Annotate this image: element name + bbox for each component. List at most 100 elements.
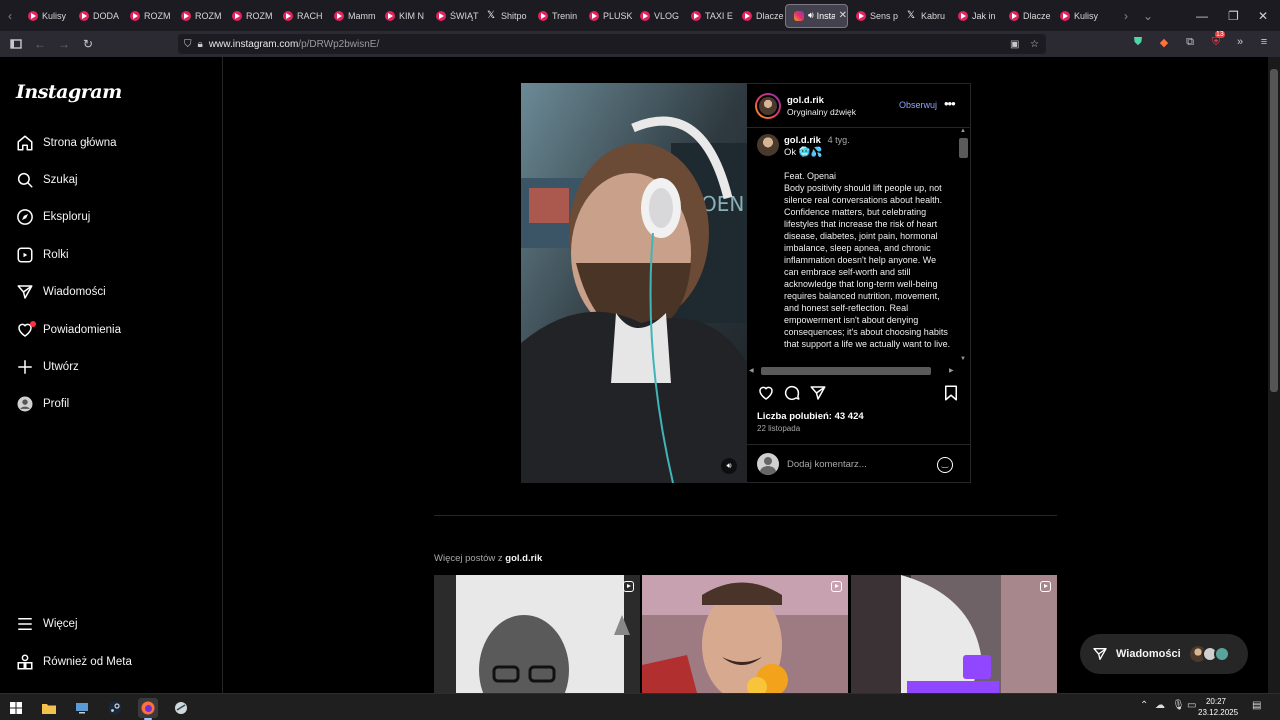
computer-icon[interactable] [72,698,92,718]
browser-tab[interactable]: Kulisy [20,4,71,28]
tab-title: Shitpo [501,10,527,21]
file-explorer-icon[interactable] [39,698,59,718]
sidebar-item-create[interactable]: Utwórz [16,355,79,379]
lock-icon[interactable]: 🔒︎ [198,39,203,50]
network-icon[interactable]: ▭ [1187,700,1196,711]
extensions-puzzle-icon[interactable]: ⧉ [1182,34,1198,50]
like-heart-icon[interactable] [757,384,775,402]
shield-extension-icon[interactable]: ⛊ [1130,34,1146,50]
sidebar-item-notifications[interactable]: Powiadomienia [16,318,121,342]
tracking-shield-icon[interactable]: ⛉ [184,39,192,50]
browser-tab[interactable]: 𝕏 Kabru [899,4,950,28]
sidebar-item-reels[interactable]: Rolki [16,243,69,267]
instagram-logo[interactable]: Instagram [16,81,122,103]
tab-close-icon[interactable]: ✕ [839,10,847,21]
share-icon[interactable] [809,384,827,402]
tab-list-chevron-icon[interactable]: ⌄ [1138,0,1158,31]
browser-tab[interactable]: PLUSK [581,4,632,28]
browser-tab[interactable]: VLOG [632,4,683,28]
tab-audio-playing-icon[interactable]: 🔊︎ [808,10,814,21]
mute-icon[interactable]: 🔊︎ [721,458,737,474]
address-bar[interactable]: ⛉ 🔒︎ www.instagram.com/p/DRWp2bwisnE/ ▣ … [178,34,1046,54]
tabs-scroll-right-icon[interactable]: › [1116,0,1136,31]
h-scrollbar-thumb[interactable] [761,367,931,375]
browser-tab[interactable]: Kulisy [1052,4,1103,28]
instagram-icon [794,10,804,21]
taskbar-clock[interactable]: 20:27 23.12.2025 [1198,696,1238,718]
back-icon[interactable]: ← [28,32,52,56]
browser-tab[interactable]: ROZM [173,4,224,28]
more-options-icon[interactable]: ••• [944,96,956,111]
page-scrollbar-thumb[interactable] [1270,69,1278,392]
save-bookmark-icon[interactable] [942,384,960,402]
post-video[interactable]: OEN 🔊︎ [521,83,747,483]
windows-start-icon[interactable] [6,698,26,718]
browser-tab[interactable]: Mamm [326,4,377,28]
close-window-icon[interactable]: ✕ [1258,0,1268,31]
bookmark-star-icon[interactable]: ☆ [1030,39,1039,50]
sidebar-toggle-icon[interactable] [4,32,28,56]
page-scrollbar[interactable] [1268,57,1280,693]
restore-icon[interactable]: ❐ [1228,0,1239,31]
scroll-left-arrow-icon[interactable]: ◀ [749,367,754,374]
sidebar-item-profile[interactable]: Profil [16,392,69,416]
sidebar-item-home[interactable]: Strona główna [16,131,117,155]
overflow-chevrons-icon[interactable]: » [1232,34,1248,50]
app-menu-icon[interactable]: ≡ [1256,34,1272,50]
caption-horizontal-scrollbar[interactable]: ◀ ▶ [749,366,955,376]
more-post-thumbnail[interactable] [434,575,640,693]
firefox-taskbar-icon[interactable] [138,698,158,720]
tray-overflow-icon[interactable]: ⌃ [1140,700,1148,711]
forward-icon[interactable]: → [52,32,76,56]
browser-tab[interactable]: Jak in [950,4,1001,28]
more-post-thumbnail[interactable] [642,575,848,693]
emoji-picker-icon[interactable]: ‿ [937,457,953,473]
browser-tab-active[interactable]: 🔊︎ Insta ✕ [785,3,848,28]
browser-tab[interactable]: Dlacze [734,4,785,28]
sidebar-item-messages[interactable]: Wiadomości [16,280,106,304]
more-post-thumbnail[interactable] [851,575,1057,693]
scroll-down-arrow-icon[interactable]: ▼ [960,356,966,362]
comment-icon[interactable] [783,384,801,402]
sidebar-item-also-from-meta[interactable]: Również od Meta [16,650,132,674]
audio-label[interactable]: Oryginalny dźwięk [787,107,856,117]
scroll-right-arrow-icon[interactable]: ▶ [949,367,954,374]
browser-tab[interactable]: ROZM [122,4,173,28]
ublock-icon[interactable]: ⛨ 13 [1208,31,1225,50]
scrollbar-thumb[interactable] [959,138,968,158]
notifications-icon[interactable]: ▤ [1252,700,1261,711]
scroll-up-arrow-icon[interactable]: ▲ [960,128,966,134]
browser-tab[interactable]: ŚWIĄT [428,4,479,28]
follow-button[interactable]: Obserwuj [899,100,937,110]
likes-count[interactable]: Liczba polubień: 43 424 [757,411,864,422]
fox-extension-icon[interactable]: ◆ [1156,34,1172,50]
sidebar-item-explore[interactable]: Eksploruj [16,205,90,229]
browser-tab[interactable]: Sens p [848,4,899,28]
author-username[interactable]: gol.d.rik [787,95,824,106]
caption-scroll-region[interactable]: Feat. Openai Body positivity should lift… [757,128,957,364]
browser-tab[interactable]: 𝕏 Shitpo [479,4,530,28]
minimize-icon[interactable]: — [1196,0,1208,31]
caption-vertical-scrollbar[interactable]: ▲ ▼ [957,128,969,368]
browser-tab[interactable]: Trenin [530,4,581,28]
browser-tab[interactable]: DODA [71,4,122,28]
reel-badge-icon [1040,581,1051,592]
browser-tab[interactable]: KIM N [377,4,428,28]
steam-icon[interactable] [105,698,125,718]
tray-mic-icon[interactable]: 🎙︎ [1172,700,1185,711]
author-avatar-ring[interactable] [755,93,781,119]
sidebar-item-search[interactable]: Szukaj [16,168,78,192]
browser-tab[interactable]: Dlacze [1001,4,1052,28]
sidebar-item-more[interactable]: Więcej [16,612,78,636]
more-posts-username[interactable]: gol.d.rik [505,553,542,564]
reload-icon[interactable]: ↻ [76,32,100,56]
browser-tab[interactable]: TAXI E [683,4,734,28]
tabs-scroll-left-icon[interactable]: ‹ [0,0,20,31]
app-taskbar-icon[interactable] [171,698,191,718]
tray-cloud-icon[interactable]: ☁ [1155,700,1165,711]
messages-floating-button[interactable]: Wiadomości [1080,634,1248,674]
comment-input[interactable]: Dodaj komentarz... [787,459,867,470]
browser-tab[interactable]: RACH [275,4,326,28]
reader-view-icon[interactable]: ▣ [1010,39,1019,50]
browser-tab[interactable]: ROZM [224,4,275,28]
